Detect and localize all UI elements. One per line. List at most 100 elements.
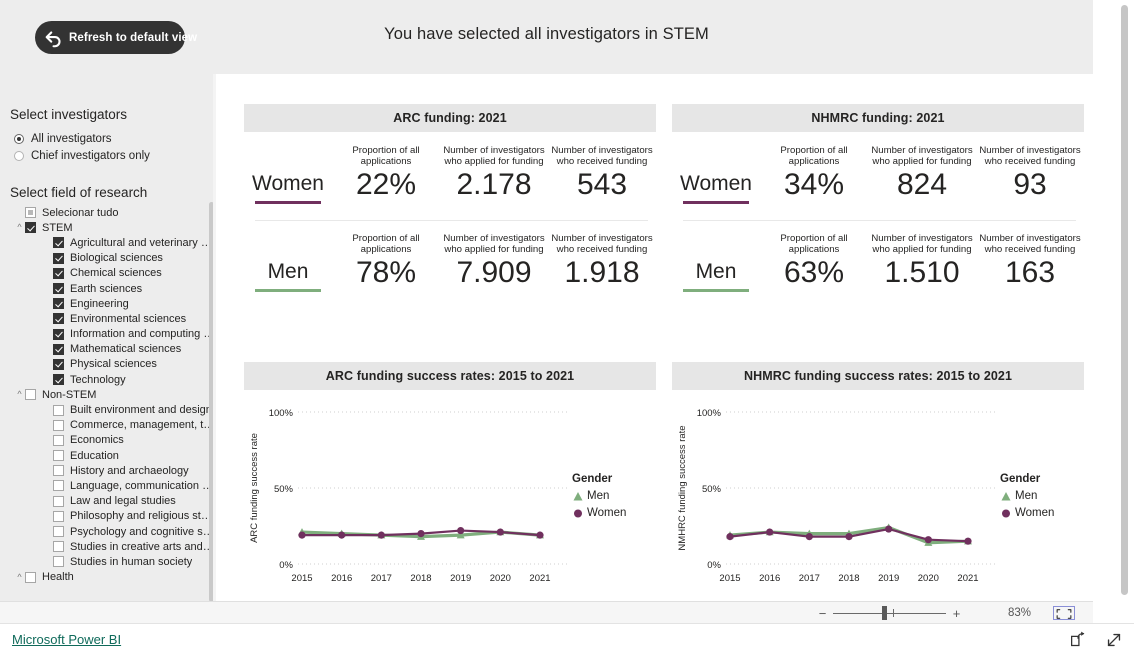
metric-value: 7.909 <box>456 256 532 290</box>
tree-item-language-communication-a[interactable]: ^Language, communication a… <box>0 478 216 493</box>
tree-item-studies-in-creative-arts-and[interactable]: ^Studies in creative arts and … <box>0 539 216 554</box>
checkbox-icon[interactable] <box>53 343 64 355</box>
tree-item-biological-sciences[interactable]: ^Biological sciences <box>0 251 216 266</box>
tree-item-mathematical-sciences[interactable]: ^Mathematical sciences <box>0 342 216 357</box>
tree-item-stem[interactable]: ^ STEM <box>0 220 216 235</box>
card-header: NHMRC funding: 2021 <box>672 104 1084 132</box>
chart-title: NHMRC funding success rates: 2015 to 202… <box>743 369 1013 383</box>
chevron-up-icon[interactable]: ^ <box>14 572 25 582</box>
metric-cell-0: Proportion of all applications 22% <box>332 132 440 220</box>
checkbox-icon[interactable] <box>25 571 36 583</box>
metric-label: Number of investigators who received fun… <box>551 145 653 168</box>
tree-item-label: Built environment and design <box>70 404 212 417</box>
tree-item-commerce-management-to[interactable]: ^Commerce, management, to… <box>0 418 216 433</box>
legend-item-men[interactable]: Men <box>572 488 626 505</box>
checkbox-icon[interactable] <box>53 358 64 370</box>
tree-item-built-environment-and-design[interactable]: ^Built environment and design <box>0 402 216 417</box>
checkbox-icon[interactable] <box>53 374 64 386</box>
zoom-in-button[interactable]: + <box>952 606 961 621</box>
tree-item-education[interactable]: ^Education <box>0 448 216 463</box>
checkbox-icon[interactable] <box>53 237 64 249</box>
metric-label: Number of investigators who received fun… <box>551 233 653 256</box>
kpi-row-men: Men Proportion of all applications 78% Numb… <box>244 220 656 308</box>
tree-item-environmental-sciences[interactable]: ^Environmental sciences <box>0 311 216 326</box>
arc-funding-kpi-card: ARC funding: 2021 Women Proportion of all… <box>244 104 656 308</box>
checkbox-icon[interactable] <box>25 389 36 401</box>
legend-item-women[interactable]: Women <box>1000 505 1054 522</box>
microsoft-power-bi-link[interactable]: Microsoft Power BI <box>12 632 121 647</box>
tree-item-physical-sciences[interactable]: ^Physical sciences <box>0 357 216 372</box>
metric-label: Number of investigators who applied for … <box>443 145 545 168</box>
tree-item-history-and-archaeology[interactable]: ^History and archaeology <box>0 463 216 478</box>
tree-item-studies-in-human-society[interactable]: ^Studies in human society <box>0 554 216 569</box>
tree-item-agricultural-and-veterinary-s[interactable]: ^Agricultural and veterinary s… <box>0 235 216 250</box>
checkbox-icon[interactable] <box>53 298 64 310</box>
checkbox-icon[interactable] <box>53 465 64 477</box>
field-of-research-tree[interactable]: ^Selecionar tudo^STEM^Agricultural and v… <box>0 205 216 585</box>
checkbox-icon[interactable] <box>53 404 64 416</box>
tree-item-label: Agricultural and veterinary s… <box>70 236 216 249</box>
share-icon[interactable] <box>1068 630 1088 650</box>
kpi-row-women: Women Proportion of all applications 22% Nu… <box>244 132 656 220</box>
tree-item-chemical-sciences[interactable]: ^Chemical sciences <box>0 266 216 281</box>
x-axis-tick-label: 2021 <box>529 573 550 584</box>
checkbox-icon[interactable] <box>25 207 36 219</box>
chevron-up-icon[interactable]: ^ <box>14 390 25 399</box>
checkbox-icon[interactable] <box>25 222 36 234</box>
checkbox-icon[interactable] <box>53 328 64 340</box>
tree-item-engineering[interactable]: ^Engineering <box>0 296 216 311</box>
checkbox-icon[interactable] <box>53 480 64 492</box>
tree-item-information-and-computing-s[interactable]: ^Information and computing s… <box>0 327 216 342</box>
tree-item-selecionar-tudo[interactable]: ^Selecionar tudo <box>0 205 216 220</box>
x-axis-tick-label: 2016 <box>759 573 780 584</box>
metric-cell-1: Number of investigators who applied for … <box>440 132 548 220</box>
investigator-radio-option-0[interactable]: All investigators <box>14 130 150 147</box>
checkbox-icon[interactable] <box>53 495 64 507</box>
investigator-radio-option-1[interactable]: Chief investigators only <box>14 147 150 164</box>
checkbox-icon[interactable] <box>53 434 64 446</box>
fit-to-page-icon[interactable] <box>1053 606 1075 620</box>
tree-item-law-and-legal-studies[interactable]: ^Law and legal studies <box>0 494 216 509</box>
nhmrc-funding-kpi-card: NHMRC funding: 2021 Women Proportion of a… <box>672 104 1084 308</box>
zoom-level-label: 83% <box>1007 607 1031 619</box>
gender-name: Women <box>252 172 324 195</box>
legend-item-women[interactable]: Women <box>572 505 626 522</box>
fullscreen-icon[interactable] <box>1104 630 1124 650</box>
checkbox-icon[interactable] <box>53 283 64 295</box>
tree-item-economics[interactable]: ^Economics <box>0 433 216 448</box>
tree-item-philosophy-and-religious-stu[interactable]: ^Philosophy and religious stu… <box>0 509 216 524</box>
metric-value: 1.918 <box>564 256 640 290</box>
tree-item-psychology-and-cognitive-sc[interactable]: ^Psychology and cognitive sc… <box>0 524 216 539</box>
chevron-up-icon[interactable]: ^ <box>14 223 25 232</box>
checkbox-icon[interactable] <box>53 252 64 264</box>
tree-item-health[interactable]: ^ Health <box>0 570 216 585</box>
report-vertical-scrollbar[interactable] <box>1121 5 1128 595</box>
legend-item-men[interactable]: Men <box>1000 488 1054 505</box>
checkbox-icon[interactable] <box>53 267 64 279</box>
zoom-slider-thumb[interactable] <box>882 606 887 620</box>
checkbox-icon[interactable] <box>53 419 64 431</box>
y-axis-tick-label: 0% <box>279 560 293 571</box>
chart-header: NHMRC funding success rates: 2015 to 202… <box>672 362 1084 390</box>
zoom-out-button[interactable]: − <box>818 606 827 621</box>
y-axis-tick-label: 50% <box>702 484 722 495</box>
zoom-slider[interactable] <box>833 602 946 624</box>
data-point-marker <box>766 528 774 536</box>
checkbox-icon[interactable] <box>53 313 64 325</box>
tree-item-earth-sciences[interactable]: ^Earth sciences <box>0 281 216 296</box>
radio-indicator <box>14 150 24 161</box>
checkbox-icon[interactable] <box>53 541 64 553</box>
gender-label-cell: Men <box>672 220 760 308</box>
tree-item-technology[interactable]: ^Technology <box>0 372 216 387</box>
tree-item-non-stem[interactable]: ^ Non-STEM <box>0 387 216 402</box>
data-point-marker <box>805 533 813 541</box>
checkbox-icon[interactable] <box>53 526 64 538</box>
checkbox-icon[interactable] <box>53 450 64 462</box>
investigator-radio-group[interactable]: All investigators Chief investigators onl… <box>14 130 150 164</box>
data-point-marker <box>845 533 853 541</box>
metric-value: 78% <box>355 256 417 290</box>
checkbox-icon[interactable] <box>53 556 64 568</box>
card-header: ARC funding: 2021 <box>244 104 656 132</box>
checkbox-icon[interactable] <box>53 510 64 522</box>
legend-title: Gender <box>572 472 613 485</box>
